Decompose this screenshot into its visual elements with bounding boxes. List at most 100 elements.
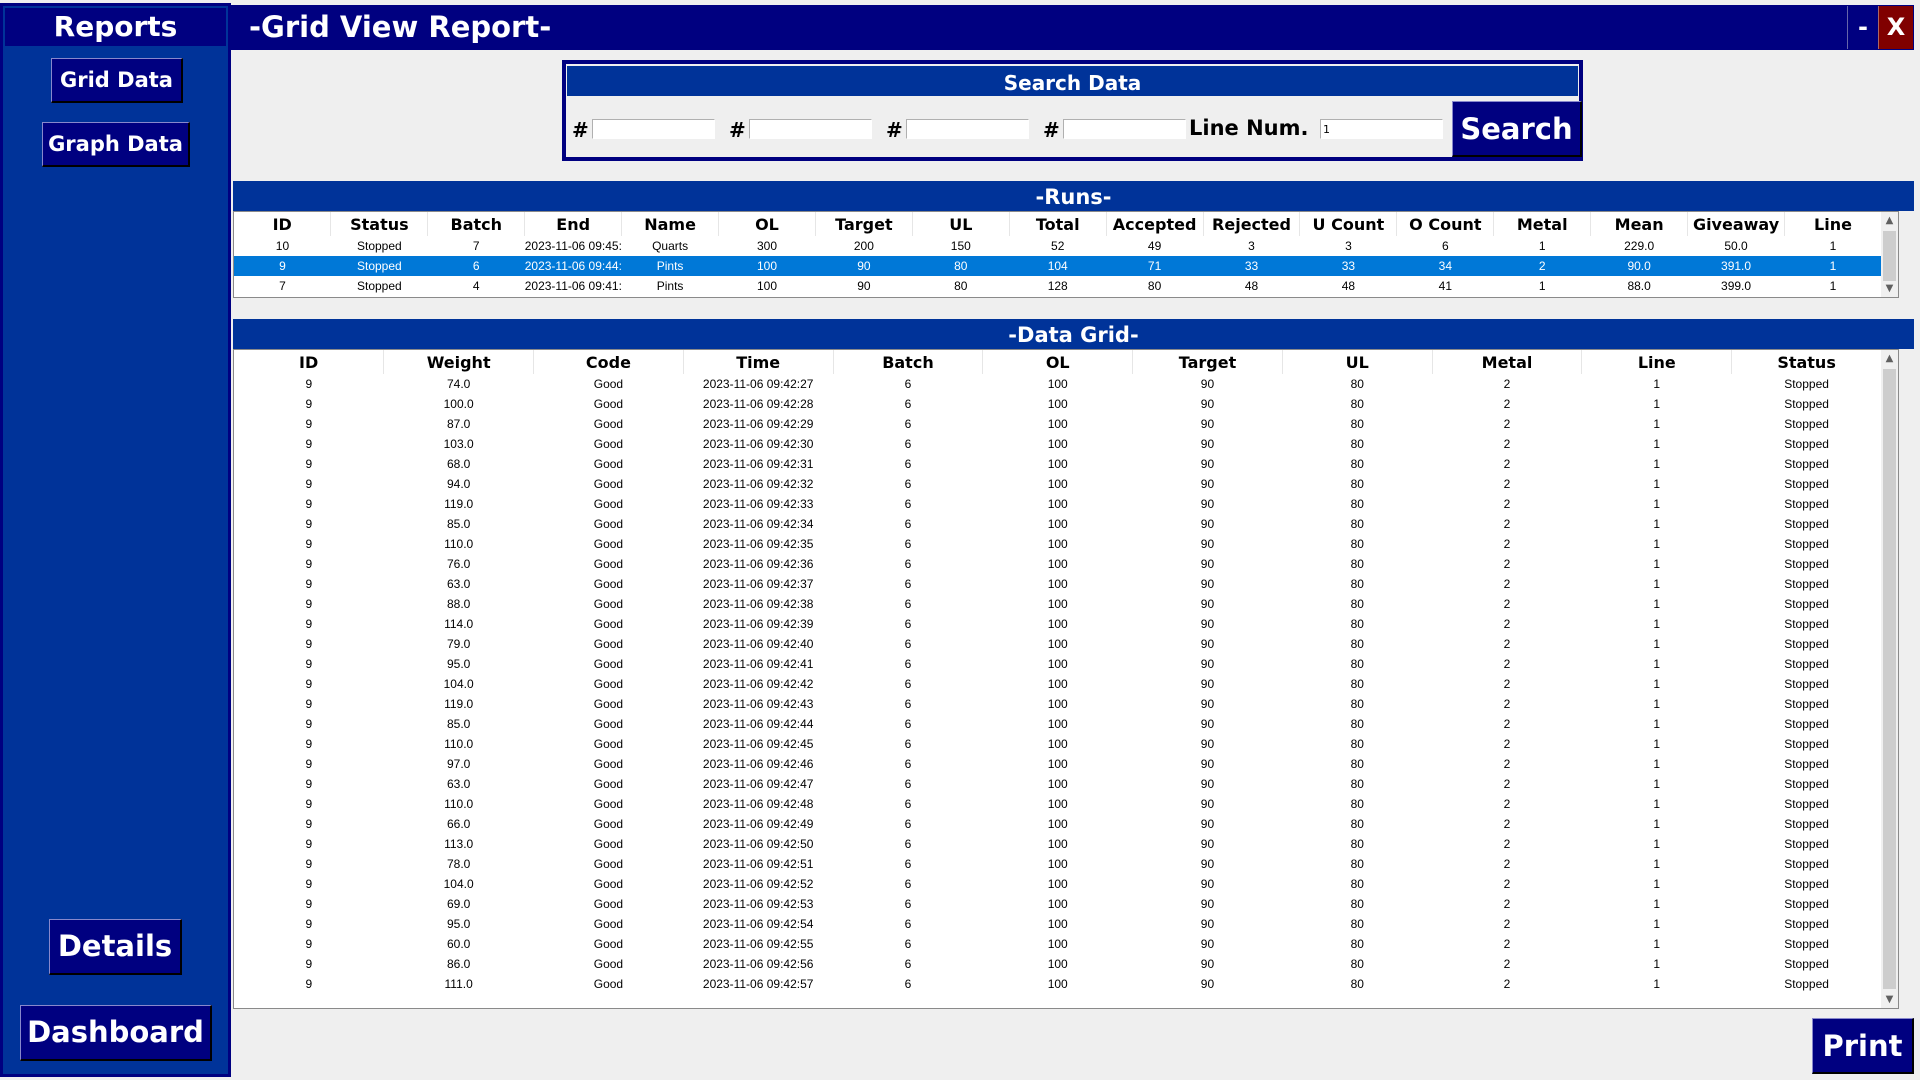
table-row[interactable]: 9 110.0 Good 2023-11-06 09:42:48 6 100 90 80 2 1 S… <box>234 794 1882 814</box>
scroll-up-icon[interactable]: ▲ <box>1881 350 1898 367</box>
search-field-4[interactable] <box>1063 119 1186 139</box>
column-header[interactable]: ID <box>234 212 332 236</box>
column-header[interactable]: UL <box>912 212 1010 236</box>
column-header[interactable]: Metal <box>1493 212 1592 236</box>
column-header[interactable]: ID <box>234 350 385 374</box>
column-header[interactable]: OL <box>718 212 816 236</box>
table-row[interactable]: 9 103.0 Good 2023-11-06 09:42:30 6 100 90 80 2 1 S… <box>234 434 1882 454</box>
table-cell: 90 <box>1200 597 1215 611</box>
column-header[interactable]: Name <box>621 212 720 236</box>
column-header[interactable]: Weight <box>383 350 535 374</box>
table-row[interactable]: 9 69.0 Good 2023-11-06 09:42:53 6 100 90 80 2 1 St… <box>234 894 1882 914</box>
line-num-input[interactable] <box>1320 119 1443 139</box>
table-row[interactable]: 9 119.0 Good 2023-11-06 09:42:43 6 100 90 80 2 1 S… <box>234 694 1882 714</box>
table-row[interactable]: 9 95.0 Good 2023-11-06 09:42:54 6 100 90 80 2 1 St… <box>234 914 1882 934</box>
table-row[interactable]: 9 76.0 Good 2023-11-06 09:42:36 6 100 90 80 2 1 St… <box>234 554 1882 574</box>
table-cell: 78.0 <box>446 857 471 871</box>
close-button[interactable]: X <box>1878 6 1913 49</box>
print-button[interactable]: Print <box>1812 1018 1914 1074</box>
table-row[interactable]: 9 60.0 Good 2023-11-06 09:42:55 6 100 90 80 2 1 St… <box>234 934 1882 954</box>
grid-data-button[interactable]: Grid Data <box>51 58 183 103</box>
table-row[interactable]: 9 68.0 Good 2023-11-06 09:42:31 6 100 90 80 2 1 St… <box>234 454 1882 474</box>
table-row[interactable]: 9 79.0 Good 2023-11-06 09:42:40 6 100 90 80 2 1 St… <box>234 634 1882 654</box>
table-cell: 3 <box>1248 239 1255 253</box>
table-row[interactable]: 9 87.0 Good 2023-11-06 09:42:29 6 100 90 80 2 1 St… <box>234 414 1882 434</box>
column-header[interactable]: Total <box>1009 212 1107 236</box>
table-cell: 100 <box>1047 477 1068 491</box>
column-header[interactable]: U Count <box>1299 212 1398 236</box>
column-header[interactable]: Line <box>1784 212 1882 236</box>
table-cell: 88.0 <box>1627 279 1651 293</box>
table-row[interactable]: 9 86.0 Good 2023-11-06 09:42:56 6 100 90 80 2 1 St… <box>234 954 1882 974</box>
grid-scroll-thumb[interactable] <box>1883 369 1896 989</box>
table-row[interactable]: 9 74.0 Good 2023-11-06 09:42:27 6 100 90 80 2 1 St… <box>234 374 1882 394</box>
table-row[interactable]: 9 85.0 Good 2023-11-06 09:42:34 6 100 90 80 2 1 St… <box>234 514 1882 534</box>
table-cell: 90 <box>1200 677 1215 691</box>
details-button[interactable]: Details <box>49 919 182 975</box>
graph-data-button[interactable]: Graph Data <box>42 122 190 167</box>
table-cell: 2023-11-06 09:42:45 <box>702 737 814 751</box>
table-row[interactable]: 9 88.0 Good 2023-11-06 09:42:38 6 100 90 80 2 1 St… <box>234 594 1882 614</box>
runs-scrollbar[interactable]: ▲ ▼ <box>1881 212 1898 297</box>
table-cell: 9 <box>305 857 313 871</box>
minimize-button[interactable]: - <box>1847 6 1878 49</box>
table-cell: 80 <box>912 256 1010 276</box>
table-cell: 90 <box>1200 977 1215 991</box>
table-row[interactable]: 9 113.0 Good 2023-11-06 09:42:50 6 100 90 80 2 1 S… <box>234 834 1882 854</box>
column-header[interactable]: Accepted <box>1106 212 1204 236</box>
table-row[interactable]: 7 Stopped 4 2023-11-06 09:41: Pints 100 90 80 12… <box>234 276 1882 296</box>
column-header[interactable]: Code <box>533 350 684 374</box>
scroll-up-icon[interactable]: ▲ <box>1881 212 1898 229</box>
table-cell: 119.0 <box>444 497 474 511</box>
column-header[interactable]: Target <box>815 212 913 236</box>
search-field-2[interactable] <box>749 119 872 139</box>
scroll-down-icon[interactable]: ▼ <box>1881 280 1898 297</box>
column-header[interactable]: O Count <box>1396 212 1495 236</box>
table-row[interactable]: 9 100.0 Good 2023-11-06 09:42:28 6 100 90 80 2 1 S… <box>234 394 1882 414</box>
column-header[interactable]: Mean <box>1590 212 1689 236</box>
column-header[interactable]: Line <box>1581 350 1733 374</box>
table-cell: 2023-11-06 09:42:50 <box>702 837 814 851</box>
column-header[interactable]: Metal <box>1432 350 1583 374</box>
table-row[interactable]: 9 66.0 Good 2023-11-06 09:42:49 6 100 90 80 2 1 St… <box>234 814 1882 834</box>
table-row[interactable]: 9 110.0 Good 2023-11-06 09:42:45 6 100 90 80 2 1 S… <box>234 734 1882 754</box>
column-header[interactable]: Giveaway <box>1687 212 1785 236</box>
table-row[interactable]: 9 Stopped 6 2023-11-06 09:44: Pints 100 90 80 10… <box>234 256 1882 276</box>
table-row[interactable]: 9 85.0 Good 2023-11-06 09:42:44 6 100 90 80 2 1 St… <box>234 714 1882 734</box>
column-header[interactable]: Time <box>683 350 834 374</box>
table-cell: 6 <box>904 737 912 751</box>
column-header[interactable]: UL <box>1282 350 1433 374</box>
table-cell: 6 <box>904 457 912 471</box>
table-row[interactable]: 9 95.0 Good 2023-11-06 09:42:41 6 100 90 80 2 1 St… <box>234 654 1882 674</box>
column-header[interactable]: Status <box>1731 350 1882 374</box>
table-row[interactable]: 9 111.0 Good 2023-11-06 09:42:57 6 100 90 80 2 1 S… <box>234 974 1882 994</box>
column-header[interactable]: Target <box>1132 350 1283 374</box>
search-button[interactable]: Search <box>1452 101 1582 157</box>
grid-scrollbar[interactable]: ▲ ▼ <box>1881 350 1898 1008</box>
table-row[interactable]: 9 97.0 Good 2023-11-06 09:42:46 6 100 90 80 2 1 St… <box>234 754 1882 774</box>
table-row[interactable]: 9 114.0 Good 2023-11-06 09:42:39 6 100 90 80 2 1 S… <box>234 614 1882 634</box>
column-header[interactable]: OL <box>982 350 1134 374</box>
table-row[interactable]: 9 104.0 Good 2023-11-06 09:42:52 6 100 90 80 2 1 S… <box>234 874 1882 894</box>
table-row[interactable]: 9 110.0 Good 2023-11-06 09:42:35 6 100 90 80 2 1 S… <box>234 534 1882 554</box>
table-row[interactable]: 10 Stopped 7 2023-11-06 09:45: Quarts 300 200 1… <box>234 236 1882 256</box>
runs-scroll-thumb[interactable] <box>1883 231 1896 281</box>
scroll-down-icon[interactable]: ▼ <box>1881 991 1898 1008</box>
search-field-1[interactable] <box>592 119 715 139</box>
column-header[interactable]: End <box>524 212 623 236</box>
table-row[interactable]: 9 94.0 Good 2023-11-06 09:42:32 6 100 90 80 2 1 St… <box>234 474 1882 494</box>
table-row[interactable]: 9 104.0 Good 2023-11-06 09:42:42 6 100 90 80 2 1 S… <box>234 674 1882 694</box>
column-header[interactable]: Batch <box>833 350 984 374</box>
table-row[interactable]: 9 63.0 Good 2023-11-06 09:42:37 6 100 90 80 2 1 St… <box>234 574 1882 594</box>
column-header[interactable]: Batch <box>427 212 526 236</box>
table-cell: Good <box>593 917 624 931</box>
search-field-3[interactable] <box>906 119 1029 139</box>
column-header[interactable]: Status <box>330 212 429 236</box>
column-header[interactable]: Rejected <box>1203 212 1301 236</box>
dashboard-button[interactable]: Dashboard <box>20 1005 212 1061</box>
table-row[interactable]: 9 78.0 Good 2023-11-06 09:42:51 6 100 90 80 2 1 St… <box>234 854 1882 874</box>
table-cell: Stopped <box>1784 657 1829 671</box>
table-row[interactable]: 9 63.0 Good 2023-11-06 09:42:47 6 100 90 80 2 1 St… <box>234 774 1882 794</box>
table-row[interactable]: 9 119.0 Good 2023-11-06 09:42:33 6 100 90 80 2 1 S… <box>234 494 1882 514</box>
table-cell: 104 <box>1009 256 1107 276</box>
